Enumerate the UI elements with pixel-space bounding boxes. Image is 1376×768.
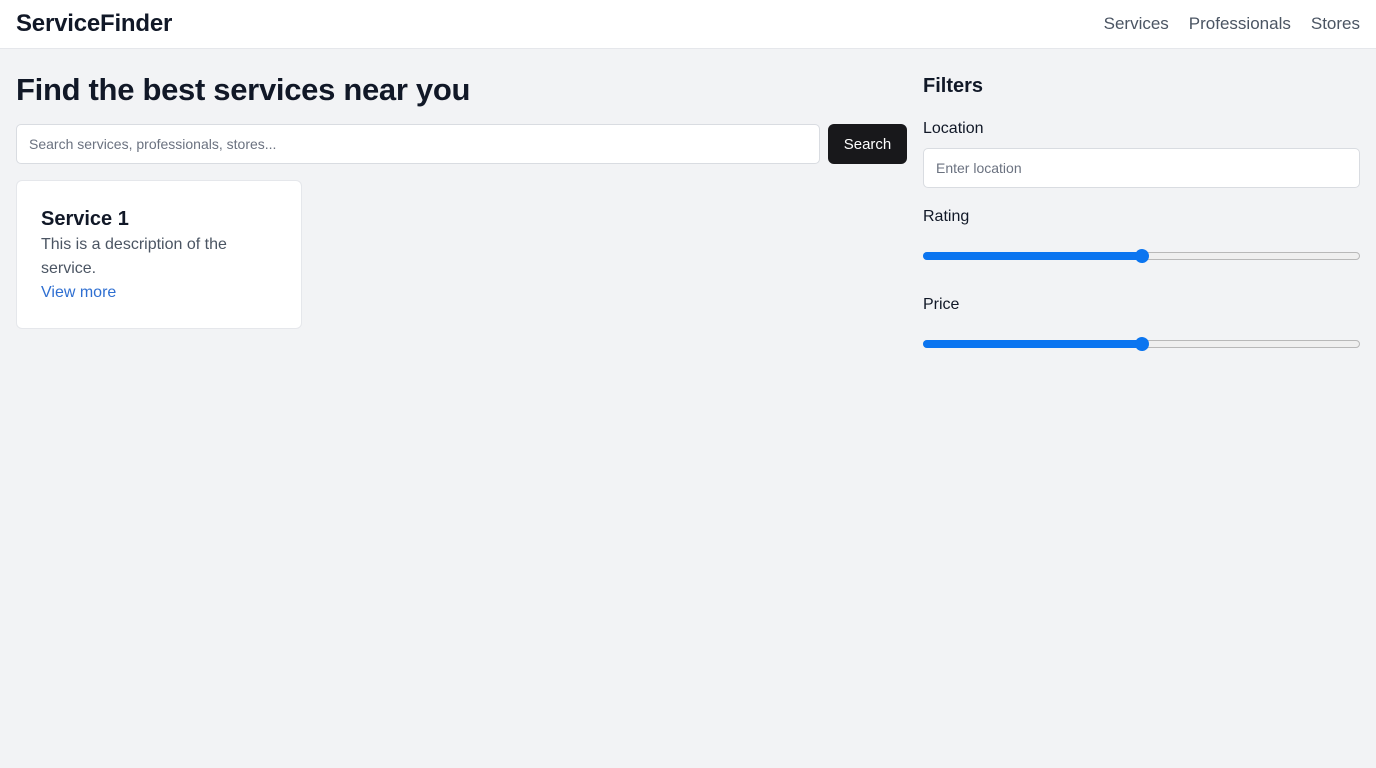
service-card: Service 1 This is a description of the s… [16,180,302,329]
rating-slider-thumb[interactable] [1134,249,1149,263]
price-label: Price [923,296,960,313]
location-label: Location [923,120,984,137]
price-slider[interactable] [923,336,1360,352]
main-content: Find the best services near you Search S… [16,72,907,329]
nav-link-stores[interactable]: Stores [1311,14,1360,34]
service-card-title: Service 1 [41,208,129,230]
nav-link-professionals[interactable]: Professionals [1189,14,1291,34]
search-input[interactable] [16,124,820,164]
price-slider-thumb[interactable] [1134,337,1149,351]
brand-logo[interactable]: ServiceFinder [16,10,172,38]
top-navbar: ServiceFinder Services Professionals Sto… [0,0,1376,49]
view-more-link[interactable]: View more [41,281,116,305]
rating-slider[interactable] [923,248,1360,264]
service-card-description: This is a description of the service. [41,236,227,277]
price-slider-fill [923,340,1142,348]
page-title: Find the best services near you [16,72,471,107]
rating-label: Rating [923,208,970,225]
main-nav: Services Professionals Stores [1104,14,1360,34]
rating-slider-fill [923,252,1142,260]
filters-panel: Filters Location Rating Price [923,72,1360,351]
nav-link-services[interactable]: Services [1104,14,1169,34]
filters-title: Filters [923,75,984,97]
location-input[interactable] [923,148,1360,188]
search-button[interactable]: Search [828,124,907,164]
search-bar: Search [16,124,907,164]
